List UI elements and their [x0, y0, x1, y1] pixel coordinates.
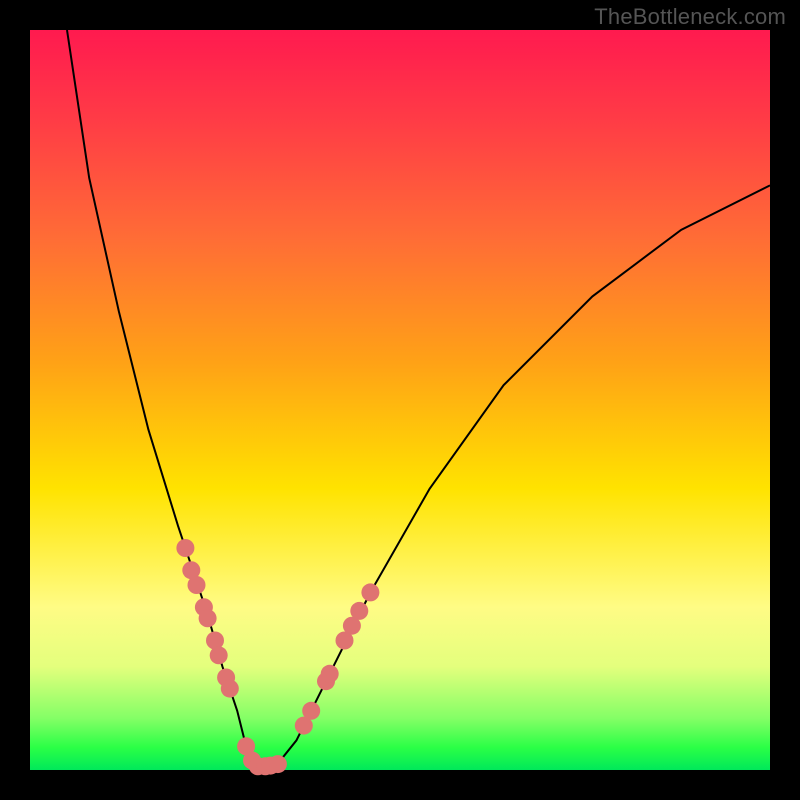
- watermark-text: TheBottleneck.com: [594, 4, 786, 30]
- bottleneck-curve: [67, 30, 770, 766]
- data-points-group: [176, 539, 379, 775]
- data-point: [269, 755, 287, 773]
- data-point: [188, 576, 206, 594]
- plot-area: [30, 30, 770, 770]
- data-point: [321, 665, 339, 683]
- chart-frame: TheBottleneck.com: [0, 0, 800, 800]
- chart-svg: [30, 30, 770, 770]
- data-point: [361, 583, 379, 601]
- data-point: [302, 702, 320, 720]
- data-point: [221, 680, 239, 698]
- data-point: [350, 602, 368, 620]
- data-point: [199, 609, 217, 627]
- data-point: [210, 646, 228, 664]
- data-point: [176, 539, 194, 557]
